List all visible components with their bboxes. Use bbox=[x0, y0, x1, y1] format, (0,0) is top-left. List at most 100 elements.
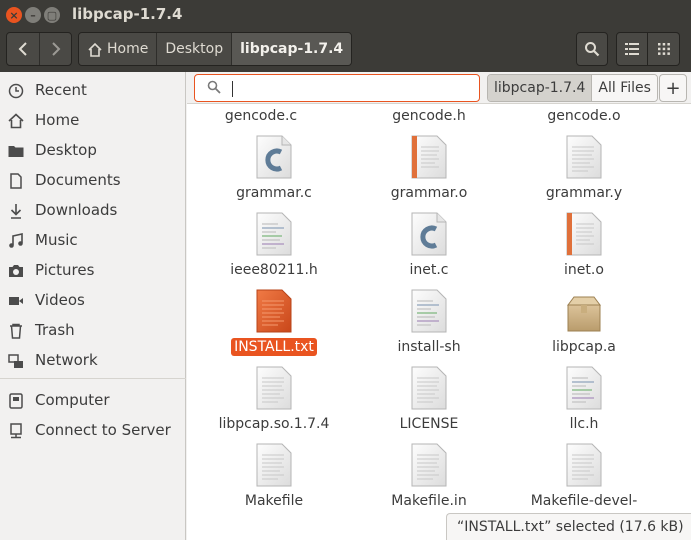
history-nav bbox=[6, 32, 72, 66]
file-name: llc.h bbox=[569, 416, 599, 432]
search-button[interactable] bbox=[576, 32, 608, 66]
file-name: Makefile bbox=[244, 493, 304, 509]
selection-status: “INSTALL.txt” selected (17.6 kB) bbox=[446, 513, 691, 540]
sidebar-item-label: Computer bbox=[35, 391, 110, 409]
text-file-icon bbox=[411, 443, 447, 487]
sidebar-item-music[interactable]: Music bbox=[0, 225, 186, 255]
c-header-file-icon bbox=[256, 212, 292, 256]
list-view-icon bbox=[625, 43, 639, 55]
header-bar: × – ▢ libpcap-1.7.4 Home Desktop libpcap… bbox=[0, 0, 691, 72]
sidebar-item-desktop[interactable]: Desktop bbox=[0, 135, 186, 165]
breadcrumb-home-label: Home bbox=[107, 41, 149, 57]
sidebar-item-home[interactable]: Home bbox=[0, 105, 186, 135]
camera-icon bbox=[8, 263, 24, 279]
grid-view-icon bbox=[657, 43, 670, 55]
archive-box-icon bbox=[567, 296, 601, 332]
sidebar-item-label: Network bbox=[35, 351, 98, 369]
list-view-button[interactable] bbox=[616, 32, 648, 66]
minimize-icon: – bbox=[30, 8, 36, 22]
server-icon bbox=[8, 423, 24, 439]
close-window-button[interactable]: × bbox=[6, 7, 22, 23]
minimize-window-button[interactable]: – bbox=[25, 7, 41, 23]
file-name: gencode.c bbox=[224, 108, 298, 124]
sidebar-item-label: Videos bbox=[35, 291, 85, 309]
search-bar: libpcap-1.7.4 All Files + bbox=[187, 72, 691, 104]
document-icon bbox=[8, 173, 24, 189]
file-name: inet.c bbox=[409, 262, 449, 278]
sidebar-item-label: Connect to Server bbox=[35, 421, 171, 439]
add-search-criteria-button[interactable]: + bbox=[659, 74, 687, 102]
text-file-icon bbox=[566, 443, 602, 487]
network-icon bbox=[8, 353, 24, 369]
text-file-icon bbox=[411, 366, 447, 410]
object-file-icon bbox=[411, 135, 447, 179]
close-icon: × bbox=[9, 8, 19, 22]
sidebar-item-downloads[interactable]: Downloads bbox=[0, 195, 186, 225]
breadcrumb-current-label: libpcap-1.7.4 bbox=[240, 41, 344, 57]
window-title: libpcap-1.7.4 bbox=[72, 5, 183, 23]
music-icon bbox=[8, 233, 24, 249]
search-input[interactable] bbox=[194, 74, 480, 102]
search-scope: libpcap-1.7.4 All Files bbox=[487, 74, 658, 102]
file-name: grammar.o bbox=[390, 185, 468, 201]
sidebar-item-label: Trash bbox=[35, 321, 75, 339]
file-name: grammar.c bbox=[236, 185, 312, 201]
text-file-icon bbox=[256, 443, 292, 487]
sidebar-item-label: Music bbox=[35, 231, 78, 249]
sidebar-item-label: Desktop bbox=[35, 141, 97, 159]
scope-all-files[interactable]: All Files bbox=[591, 75, 657, 101]
object-file-icon bbox=[566, 212, 602, 256]
sidebar-item-network[interactable]: Network bbox=[0, 345, 186, 375]
sidebar-item-trash[interactable]: Trash bbox=[0, 315, 186, 345]
file-name: install-sh bbox=[397, 339, 461, 355]
file-name: Makefile-devel- bbox=[530, 493, 638, 509]
sidebar-item-computer[interactable]: Computer bbox=[0, 385, 186, 415]
video-icon bbox=[8, 293, 24, 309]
sidebar-item-label: Downloads bbox=[35, 201, 118, 219]
text-file-icon bbox=[256, 366, 292, 410]
c-source-file-icon bbox=[256, 135, 292, 179]
sidebar-item-videos[interactable]: Videos bbox=[0, 285, 186, 315]
grid-view-button[interactable] bbox=[648, 32, 680, 66]
back-button[interactable] bbox=[7, 33, 39, 65]
file-name: LICENSE bbox=[399, 416, 459, 432]
file-name: libpcap.so.1.7.4 bbox=[218, 416, 330, 432]
maximize-window-button[interactable]: ▢ bbox=[44, 7, 60, 23]
c-header-file-icon bbox=[566, 366, 602, 410]
search-icon bbox=[585, 42, 600, 57]
sidebar-item-connect-to-server[interactable]: Connect to Server bbox=[0, 415, 186, 445]
text-cursor bbox=[232, 81, 233, 97]
clock-icon bbox=[8, 83, 24, 99]
sidebar-separator bbox=[0, 378, 186, 379]
trash-icon bbox=[8, 323, 24, 339]
breadcrumb-current[interactable]: libpcap-1.7.4 bbox=[231, 33, 352, 65]
chevron-left-icon bbox=[18, 42, 27, 56]
breadcrumb-home[interactable]: Home bbox=[79, 33, 157, 65]
scope-current-folder[interactable]: libpcap-1.7.4 bbox=[488, 75, 592, 101]
download-icon bbox=[8, 203, 24, 219]
text-file-icon bbox=[256, 289, 292, 333]
breadcrumb-desktop-label: Desktop bbox=[165, 41, 224, 57]
sidebar-item-documents[interactable]: Documents bbox=[0, 165, 186, 195]
folder-icon bbox=[8, 143, 24, 159]
sidebar-item-label: Pictures bbox=[35, 261, 95, 279]
file-name: gencode.h bbox=[392, 108, 466, 124]
file-name: Makefile.in bbox=[391, 493, 467, 509]
sidebar-item-label: Recent bbox=[35, 81, 87, 99]
maximize-icon: ▢ bbox=[46, 8, 58, 22]
text-file-icon bbox=[566, 135, 602, 179]
sidebar-item-recent[interactable]: Recent bbox=[0, 75, 186, 105]
script-file-icon bbox=[411, 289, 447, 333]
forward-button[interactable] bbox=[39, 33, 71, 65]
home-icon bbox=[8, 113, 24, 129]
breadcrumb-desktop[interactable]: Desktop bbox=[156, 33, 232, 65]
computer-icon bbox=[8, 393, 24, 409]
sidebar: Recent Home Desktop Documents Downloads … bbox=[0, 72, 186, 540]
sidebar-item-pictures[interactable]: Pictures bbox=[0, 255, 186, 285]
file-name-selected: INSTALL.txt bbox=[204, 338, 344, 356]
sidebar-item-label: Home bbox=[35, 111, 80, 129]
c-source-file-icon bbox=[411, 212, 447, 256]
file-name: INSTALL.txt bbox=[231, 338, 317, 356]
breadcrumb: Home Desktop libpcap-1.7.4 bbox=[78, 32, 353, 66]
file-name: grammar.y bbox=[545, 185, 623, 201]
